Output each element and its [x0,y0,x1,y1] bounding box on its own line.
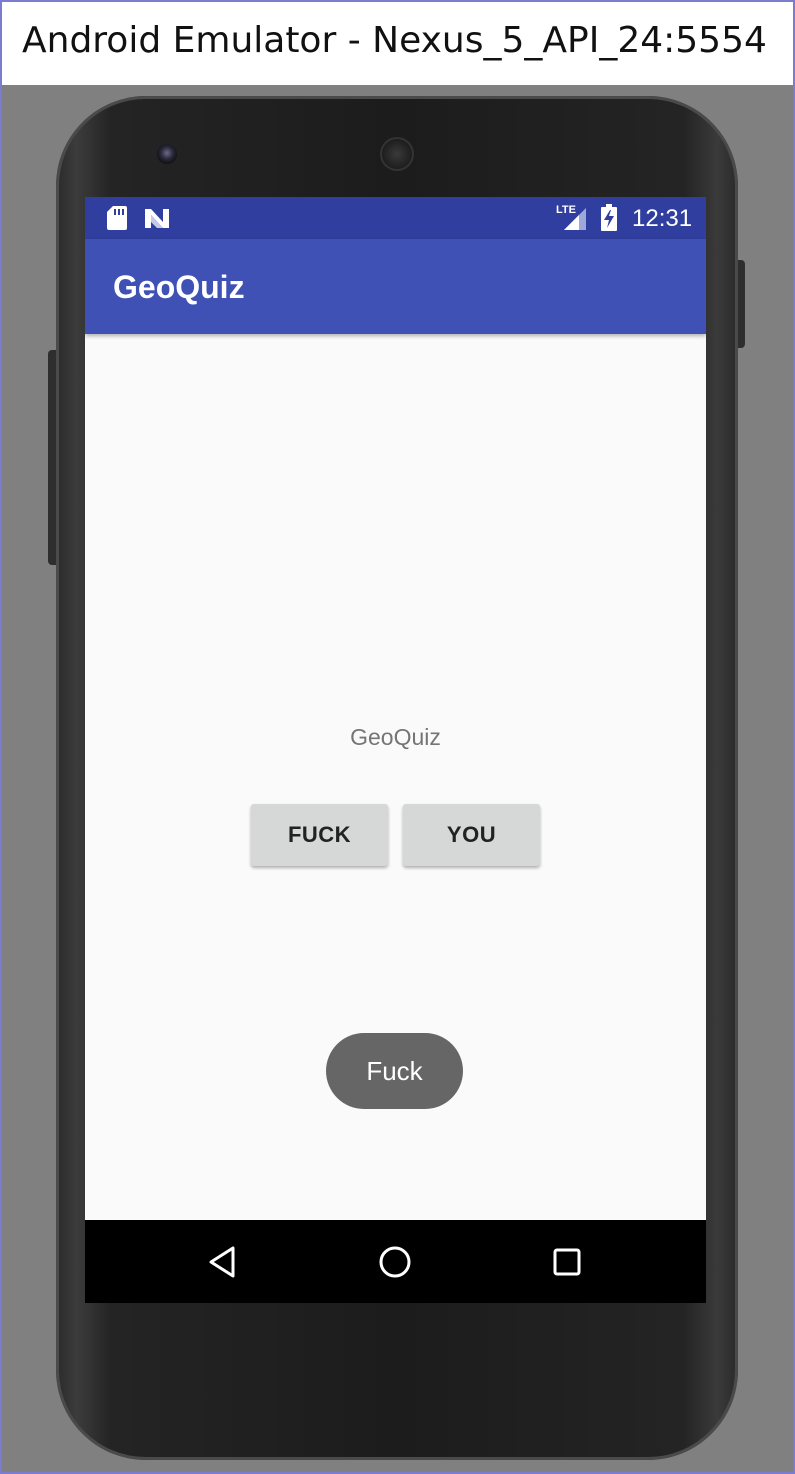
n-logo-icon [145,209,169,228]
light-sensor-icon [632,149,639,156]
sd-card-icon [107,206,127,230]
earpiece-speaker-icon [380,137,414,171]
true-button[interactable]: FUCK [251,804,388,866]
device-screen: LTE 12:31 GeoQuiz GeoQuiz FUCK YOU Fuck [85,197,706,1303]
battery-charging-icon [601,204,617,231]
question-text: GeoQuiz [350,724,441,750]
window-titlebar: Android Emulator - Nexus_5_API_24:5554 [2,2,793,85]
app-title: GeoQuiz [113,269,245,305]
back-icon[interactable] [203,1242,243,1282]
navigation-bar [85,1220,706,1303]
home-icon[interactable] [375,1242,415,1282]
front-camera-icon [157,144,177,164]
app-bar: GeoQuiz [85,239,706,334]
status-bar: LTE 12:31 [85,197,706,239]
toast-message: Fuck [326,1033,463,1109]
proximity-sensor-icon [609,148,619,158]
window-title: Android Emulator - Nexus_5_API_24:5554 [22,20,767,61]
false-button[interactable]: YOU [403,804,540,866]
status-time: 12:31 [632,205,693,232]
signal-icon [564,208,586,230]
recents-icon[interactable] [547,1242,587,1282]
